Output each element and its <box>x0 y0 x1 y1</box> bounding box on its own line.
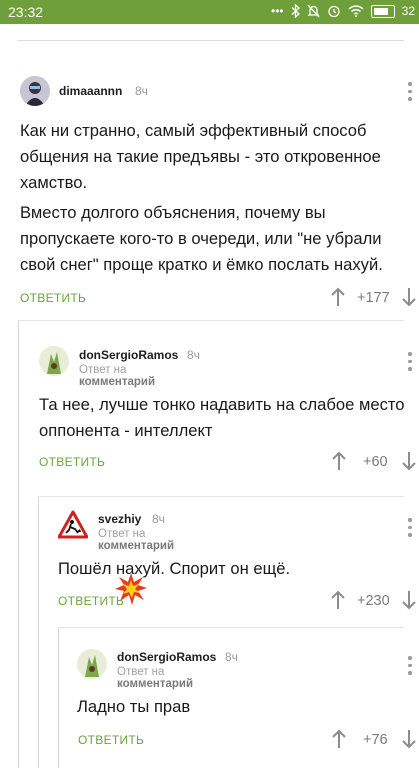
thread-line <box>18 320 19 768</box>
username[interactable]: donSergioRamos <box>117 650 216 664</box>
comment-time: 8ч <box>187 348 200 362</box>
reply-to-label: Ответ на комментарий <box>79 364 155 388</box>
downvote-arrow-icon[interactable] <box>401 590 417 610</box>
alarm-icon <box>327 5 340 18</box>
upvote-arrow-icon[interactable] <box>330 287 346 307</box>
more-options-icon[interactable] <box>407 656 413 679</box>
reply-button[interactable]: ответить <box>39 455 105 469</box>
reply-to-label: Ответ на комментарий <box>98 528 174 552</box>
downvote-arrow-icon[interactable] <box>401 729 417 749</box>
comment-text: Как ни странно, самый эффективный способ… <box>20 121 381 192</box>
reply-button[interactable]: ответить <box>58 594 124 608</box>
status-time: 23:32 <box>8 4 44 20</box>
mute-icon <box>307 4 320 18</box>
divider <box>18 40 404 41</box>
upvote-arrow-icon[interactable] <box>331 729 347 749</box>
wifi-icon <box>348 5 364 17</box>
username[interactable]: dimaaannn <box>59 84 122 98</box>
reply-target-link[interactable]: комментарий <box>117 678 193 690</box>
reply-button[interactable]: ответить <box>20 291 86 305</box>
comment-text: Вместо долгого объяснения, почему вы про… <box>20 203 383 274</box>
dots-icon: ••• <box>271 4 284 18</box>
reply-target-link[interactable]: комментарий <box>98 540 174 552</box>
comment-time: 8ч <box>225 650 238 664</box>
downvote-arrow-icon[interactable] <box>401 451 417 471</box>
upvote-arrow-icon[interactable] <box>331 451 347 471</box>
avatar[interactable] <box>39 346 69 376</box>
reply-button[interactable]: ответить <box>78 733 144 747</box>
thread-line <box>38 496 39 768</box>
bluetooth-icon <box>291 4 300 18</box>
reply-target-link[interactable]: комментарий <box>79 376 155 388</box>
avatar-image <box>39 346 69 376</box>
rating-count: +177 <box>357 290 390 306</box>
status-bar: 23:32 ••• 32 <box>0 0 419 24</box>
rating-count: +230 <box>357 593 390 609</box>
reply-prefix: Ответ на <box>79 364 127 376</box>
more-options-icon[interactable] <box>407 82 413 105</box>
more-options-icon[interactable] <box>407 352 413 375</box>
comment-text: Ладно ты прав <box>77 697 191 716</box>
thread-line <box>58 627 59 768</box>
avatar-image <box>77 649 107 679</box>
road-work-sign-icon <box>58 510 88 539</box>
reply-to-label: Ответ на комментарий <box>117 666 193 690</box>
avatar[interactable] <box>77 649 107 679</box>
divider <box>58 627 404 628</box>
upvote-arrow-icon[interactable] <box>330 590 346 610</box>
comment-time: 8ч <box>152 512 165 526</box>
divider <box>18 320 404 321</box>
battery-icon <box>370 4 395 18</box>
comment-text: Та нее, лучше тонко надавить на слабое м… <box>39 395 405 440</box>
reply-prefix: Ответ на <box>117 666 165 678</box>
comment-time: 8ч <box>135 84 148 98</box>
username[interactable]: svezhiy <box>98 512 141 526</box>
reply-prefix: Ответ на <box>98 528 146 540</box>
downvote-arrow-icon[interactable] <box>401 287 417 307</box>
rating-count: +60 <box>363 454 388 470</box>
avatar[interactable] <box>58 510 88 540</box>
status-icons: ••• 32 <box>271 3 415 19</box>
divider <box>38 496 404 497</box>
battery-level: 32 <box>401 4 415 18</box>
username[interactable]: donSergioRamos <box>79 348 178 362</box>
rating-count: +76 <box>363 732 388 748</box>
comment-text: Пошёл нахуй. Спорит он ещё. <box>58 559 291 578</box>
avatar[interactable] <box>20 76 50 106</box>
avatar-image <box>20 76 50 106</box>
more-options-icon[interactable] <box>407 518 413 541</box>
